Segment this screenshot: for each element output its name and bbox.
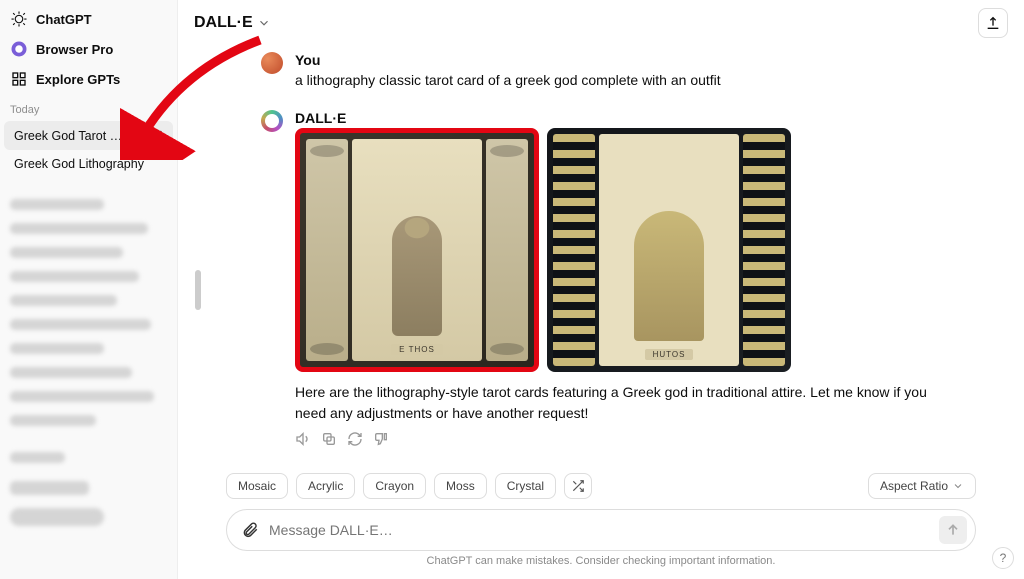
user-avatar <box>261 52 283 74</box>
tarot-pillar-left <box>306 139 348 361</box>
user-author-label: You <box>295 52 941 68</box>
tarot-pillar-left <box>553 134 595 366</box>
help-label: ? <box>1000 551 1007 565</box>
chevron-down-icon <box>952 480 964 492</box>
tarot-center: HUTOS <box>599 134 739 366</box>
topbar: DALL·E <box>178 0 1024 46</box>
sidebar-blurred-history <box>0 178 177 547</box>
style-chips-row: Mosaic Acrylic Crayon Moss Crystal Aspec… <box>226 473 976 499</box>
tarot-center: E THOS <box>352 139 482 361</box>
thumbs-down-icon[interactable] <box>373 431 389 447</box>
sidebar-browser-pro[interactable]: Browser Pro <box>0 34 177 64</box>
message-actions <box>295 431 941 447</box>
share-button[interactable] <box>978 8 1008 38</box>
regenerate-icon[interactable] <box>347 431 363 447</box>
copy-icon[interactable] <box>321 431 337 447</box>
tarot-pillar-right <box>486 139 528 361</box>
style-chip[interactable]: Crystal <box>495 473 556 499</box>
message-input[interactable] <box>269 522 931 538</box>
assistant-response-text: Here are the lithography-style tarot car… <box>295 382 941 423</box>
more-icon[interactable]: ⋯ <box>127 127 149 144</box>
chatgpt-icon <box>10 10 28 28</box>
page-title-text: DALL·E <box>194 14 253 32</box>
chat-row[interactable]: Greek God Lithography <box>4 151 173 177</box>
browser-pro-icon <box>10 40 28 58</box>
chat-row-label: Greek God Tarot Cards <box>14 129 127 143</box>
composer-area: Mosaic Acrylic Crayon Moss Crystal Aspec… <box>178 465 1024 579</box>
sidebar-explore-gpts[interactable]: Explore GPTs <box>0 64 177 94</box>
shuffle-icon <box>571 479 585 493</box>
main-panel: DALL·E You a lithography classic tarot c… <box>178 0 1024 579</box>
generated-image-1[interactable]: E THOS <box>295 128 539 372</box>
sidebar-section-today: Today <box>0 94 177 120</box>
read-aloud-icon[interactable] <box>295 431 311 447</box>
sidebar: ChatGPT Browser Pro Explore GPTs Today G… <box>0 0 178 579</box>
tarot-pillar-right <box>743 134 785 366</box>
attach-button[interactable] <box>239 519 261 541</box>
tarot-card-label: E THOS <box>391 344 443 355</box>
upload-icon <box>985 15 1001 31</box>
user-message: You a lithography classic tarot card of … <box>261 52 941 90</box>
aspect-ratio-button[interactable]: Aspect Ratio <box>868 473 976 499</box>
page-title[interactable]: DALL·E <box>194 14 271 32</box>
greek-god-figure <box>392 216 442 336</box>
send-button[interactable] <box>939 516 967 544</box>
shuffle-chip[interactable] <box>564 473 592 499</box>
tarot-card-label: HUTOS <box>645 349 694 360</box>
paperclip-icon <box>241 521 259 539</box>
assistant-author-label: DALL·E <box>295 110 941 126</box>
style-chip[interactable]: Mosaic <box>226 473 288 499</box>
arrow-up-icon <box>945 522 961 538</box>
chat-row-label: Greek God Lithography <box>14 157 163 171</box>
greek-god-seated <box>634 211 704 341</box>
grid-icon <box>10 70 28 88</box>
scrollbar-thumb[interactable] <box>195 270 201 310</box>
generated-image-2[interactable]: HUTOS <box>547 128 791 372</box>
sidebar-browserpro-label: Browser Pro <box>36 42 113 57</box>
style-chip[interactable]: Moss <box>434 473 487 499</box>
composer <box>226 509 976 551</box>
sidebar-chatgpt[interactable]: ChatGPT <box>0 4 177 34</box>
disclaimer-text: ChatGPT can make mistakes. Consider chec… <box>226 551 976 573</box>
generated-images-row: E THOS HUTOS <box>295 128 941 372</box>
dalle-avatar <box>261 110 283 132</box>
style-chip[interactable]: Crayon <box>363 473 426 499</box>
conversation: You a lithography classic tarot card of … <box>178 46 1024 465</box>
sidebar-explore-label: Explore GPTs <box>36 72 120 87</box>
chevron-down-icon <box>257 16 271 30</box>
chat-row-active[interactable]: Greek God Tarot Cards ⋯ <box>4 121 173 150</box>
archive-icon[interactable] <box>149 129 163 143</box>
aspect-ratio-label: Aspect Ratio <box>880 479 948 493</box>
assistant-message: DALL·E E THOS HUTOS <box>261 110 941 447</box>
style-chip[interactable]: Acrylic <box>296 473 355 499</box>
sidebar-chatgpt-label: ChatGPT <box>36 12 92 27</box>
user-prompt-text: a lithography classic tarot card of a gr… <box>295 70 941 90</box>
help-button[interactable]: ? <box>992 547 1014 569</box>
